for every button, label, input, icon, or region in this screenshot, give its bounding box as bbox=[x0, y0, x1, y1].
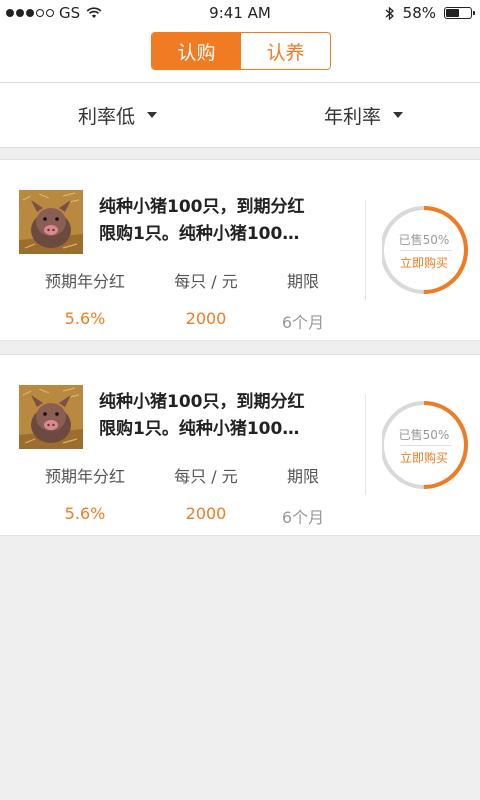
caret-down-icon bbox=[393, 112, 404, 118]
pig-photo bbox=[19, 190, 83, 254]
top-header: GS 9:41 AM 58% 认购 认养 bbox=[0, 0, 480, 83]
stat-term: 期限 6个月 bbox=[233, 268, 373, 333]
stat-label: 期限 bbox=[286, 272, 319, 291]
divider bbox=[365, 200, 366, 300]
status-bar: GS 9:41 AM 58% bbox=[0, 0, 480, 28]
sold-progress-ring[interactable]: 已售50% 立即购买 bbox=[382, 399, 474, 491]
product-title: 纯种小猪100只，到期分红 限购1只。纯种小猪100… bbox=[99, 194, 339, 248]
ring-divider bbox=[400, 250, 452, 251]
product-title: 纯种小猪100只，到期分红 限购1只。纯种小猪100… bbox=[99, 389, 339, 443]
filter-label: 利率低 bbox=[78, 105, 136, 128]
filter-annual-rate[interactable]: 年利率 bbox=[324, 83, 404, 147]
filter-bar: 利率低 年利率 bbox=[0, 83, 480, 148]
product-title-line: 纯种小猪100只，到期分红 bbox=[99, 197, 305, 217]
filter-low-rate[interactable]: 利率低 bbox=[78, 83, 158, 147]
battery-icon bbox=[444, 7, 475, 19]
bluetooth-icon bbox=[385, 6, 394, 20]
ring-divider bbox=[400, 445, 452, 446]
battery-percent: 58% bbox=[402, 4, 436, 22]
product-title-line: 限购1只。纯种小猪100… bbox=[99, 224, 300, 244]
buy-now-button[interactable]: 立即购买 bbox=[382, 254, 466, 271]
stat-value: 5.6% bbox=[64, 309, 106, 328]
divider bbox=[365, 395, 366, 495]
stat-label: 期限 bbox=[286, 467, 319, 486]
stat-dividend: 预期年分红 5.6% bbox=[15, 463, 155, 523]
tab-subscribe[interactable]: 认购 bbox=[152, 33, 241, 69]
stat-value: 6个月 bbox=[281, 508, 325, 527]
stat-dividend: 预期年分红 5.6% bbox=[15, 268, 155, 328]
product-title-line: 限购1只。纯种小猪100… bbox=[99, 419, 300, 439]
sold-progress-ring[interactable]: 已售50% 立即购买 bbox=[382, 204, 474, 296]
stat-term: 期限 6个月 bbox=[233, 463, 373, 528]
sold-percent-text: 已售50% bbox=[398, 428, 450, 442]
caret-down-icon bbox=[147, 112, 158, 118]
product-card[interactable]: 纯种小猪100只，到期分红 限购1只。纯种小猪100… 预期年分红 5.6% 每… bbox=[0, 159, 480, 341]
product-card[interactable]: 纯种小猪100只，到期分红 限购1只。纯种小猪100… 预期年分红 5.6% 每… bbox=[0, 354, 480, 536]
buy-now-button[interactable]: 立即购买 bbox=[382, 449, 466, 466]
tab-adopt[interactable]: 认养 bbox=[241, 33, 330, 69]
stat-label: 预期年分红 bbox=[44, 467, 125, 486]
stat-value: 6个月 bbox=[281, 313, 325, 332]
pig-photo bbox=[19, 385, 83, 449]
stat-value: 5.6% bbox=[64, 504, 106, 523]
segmented-control: 认购 认养 bbox=[151, 32, 331, 70]
status-right: 58% bbox=[385, 4, 475, 22]
filter-label: 年利率 bbox=[324, 105, 382, 128]
product-title-line: 纯种小猪100只，到期分红 bbox=[99, 392, 305, 412]
stat-label: 预期年分红 bbox=[44, 272, 125, 291]
sold-percent-text: 已售50% bbox=[398, 233, 450, 247]
